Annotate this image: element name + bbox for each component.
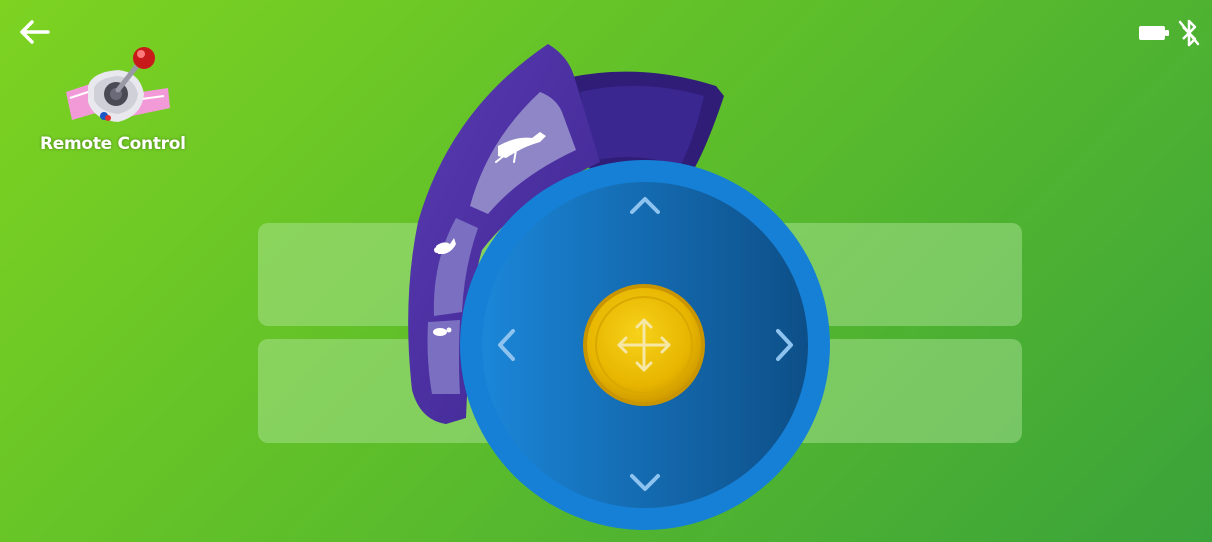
remote-control-screen: Remote Control — [0, 0, 1212, 542]
speed-selector-tab-inner — [580, 85, 704, 166]
speed-slow-button[interactable] — [427, 320, 461, 394]
dpad-right-button[interactable] — [764, 318, 804, 372]
battery-icon — [1139, 26, 1169, 40]
dpad-left-button[interactable] — [486, 318, 526, 372]
status-bar — [1138, 18, 1200, 48]
app-label: Remote Control — [40, 134, 186, 154]
bluetooth-disabled-icon — [1178, 19, 1200, 47]
remote-control-app-icon[interactable]: Remote Control — [40, 38, 190, 163]
dpad-down-button[interactable] — [615, 466, 675, 500]
joystick-icon — [66, 47, 170, 122]
dpad-up-button[interactable] — [615, 188, 675, 222]
dpad-center-button[interactable] — [583, 284, 705, 406]
